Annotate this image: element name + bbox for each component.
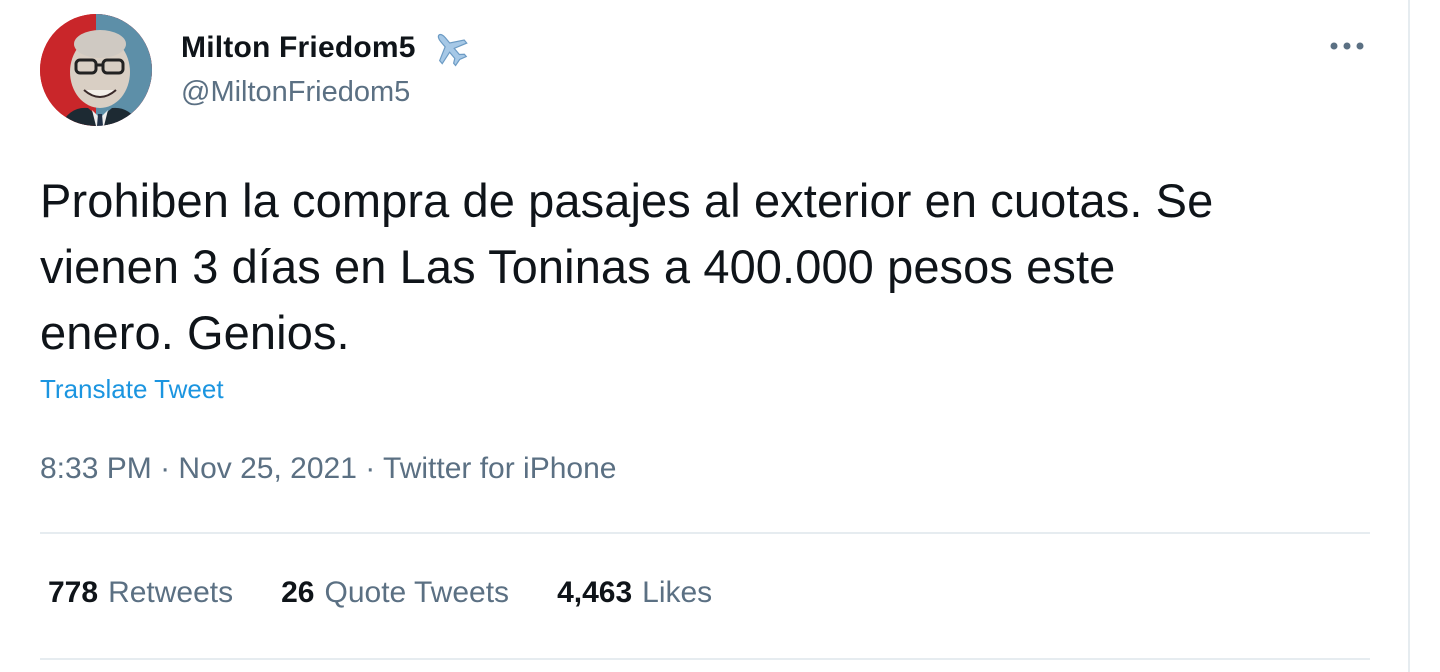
tweet-text-line: enero. Genios.	[40, 306, 350, 359]
tweet-stats: 778 Retweets 26 Quote Tweets 4,463 Likes	[48, 576, 712, 610]
tweet-date[interactable]: Nov 25, 2021	[178, 452, 356, 485]
tweet-time[interactable]: 8:33 PM	[40, 452, 152, 485]
likes-stat[interactable]: 4,463 Likes	[557, 576, 712, 610]
author-handle[interactable]: @MiltonFriedom5	[181, 76, 410, 109]
tweet-text-line: vienen 3 días en Las Toninas a 400.000 p…	[40, 240, 1116, 293]
quote-tweets-label: Quote Tweets	[324, 576, 510, 609]
more-dots-icon	[1330, 42, 1364, 50]
quote-tweets-count: 26	[281, 576, 315, 609]
divider	[40, 532, 1370, 534]
tweet-meta: 8:33 PM · Nov 25, 2021 · Twitter for iPh…	[40, 452, 616, 486]
tweet-source[interactable]: Twitter for iPhone	[383, 452, 616, 485]
meta-separator: ·	[160, 452, 171, 485]
retweets-label: Retweets	[108, 576, 234, 609]
author-name-row: Milton Friedom5	[181, 26, 470, 70]
tweet-card: Milton Friedom5 @MiltonFriedom5 Prohiben…	[0, 0, 1408, 672]
tweet-text-line: Prohiben la compra de pasajes al exterio…	[40, 174, 1214, 227]
likes-label: Likes	[642, 576, 713, 609]
likes-count: 4,463	[557, 576, 633, 609]
retweets-stat[interactable]: 778 Retweets	[48, 576, 233, 610]
more-options-button[interactable]	[1324, 26, 1370, 66]
airplane-icon	[430, 28, 470, 68]
tweet-text: Prohiben la compra de pasajes al exterio…	[40, 168, 1380, 366]
divider	[40, 658, 1370, 660]
retweets-count: 778	[48, 576, 99, 609]
quote-tweets-stat[interactable]: 26 Quote Tweets	[281, 576, 509, 610]
meta-separator: ·	[365, 452, 376, 485]
avatar[interactable]	[40, 14, 152, 126]
card-right-border	[1408, 0, 1410, 672]
author-display-name[interactable]: Milton Friedom5	[181, 31, 416, 65]
translate-tweet-link[interactable]: Translate Tweet	[40, 374, 224, 405]
